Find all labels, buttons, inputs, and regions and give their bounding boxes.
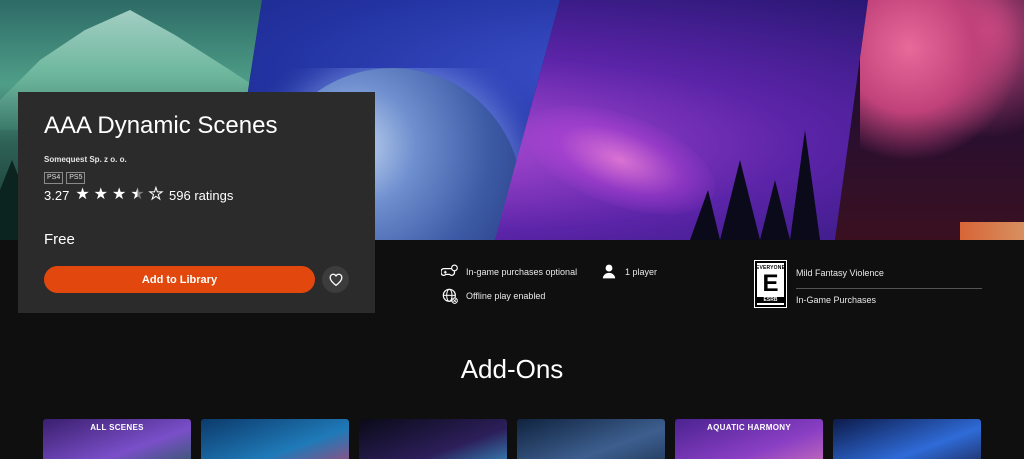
esrb-divider <box>796 288 982 289</box>
platform-tag-ps4: PS4 <box>44 172 64 184</box>
feature-purchases: In-game purchases optional <box>441 263 577 280</box>
rating-summary[interactable]: 3.27 ★ ★ ★ ★ ★ 596 ratings <box>44 186 234 203</box>
globe-offline-icon <box>441 287 458 304</box>
addon-tile-label: AQUATIC HARMONY <box>707 423 791 432</box>
addon-tile[interactable] <box>517 419 665 459</box>
esrb-bottom-text: ESRB <box>757 297 784 303</box>
star-empty-icon: ★ <box>148 186 164 203</box>
cherry-tree-art <box>860 0 1024 160</box>
product-page: AAA Dynamic Scenes Somequest Sp. z o. o.… <box>0 0 1024 459</box>
addon-tile[interactable]: ALL SCENES <box>43 419 191 459</box>
controller-coin-icon <box>441 263 458 280</box>
rating-count: 596 ratings <box>169 187 234 203</box>
addon-tile[interactable] <box>359 419 507 459</box>
platform-tag-ps5: PS5 <box>66 172 86 184</box>
rating-value: 3.27 <box>44 187 70 203</box>
star-icon: ★ <box>75 186 90 203</box>
product-info-card: AAA Dynamic Scenes Somequest Sp. z o. o.… <box>18 92 375 313</box>
addon-tile[interactable] <box>201 419 349 459</box>
price: Free <box>44 231 75 248</box>
publisher-name[interactable]: Somequest Sp. z o. o. <box>44 155 127 164</box>
product-title: AAA Dynamic Scenes <box>44 112 278 139</box>
add-to-library-button[interactable]: Add to Library <box>44 266 315 293</box>
person-icon <box>600 263 617 280</box>
addon-tile-label: ALL SCENES <box>90 423 144 432</box>
addons-carousel: ALL SCENES AQUATIC HARMONY <box>43 419 981 459</box>
feature-offline: Offline play enabled <box>441 287 545 304</box>
esrb-letter: E <box>762 270 779 297</box>
feature-purchases-text: In-game purchases optional <box>466 266 578 277</box>
esrb-descriptor-purchases: In-Game Purchases <box>796 295 877 305</box>
feature-players-text: 1 player <box>625 266 658 277</box>
addon-tile[interactable]: AQUATIC HARMONY <box>675 419 823 459</box>
platform-tags: PS4 PS5 <box>44 172 86 184</box>
esrb-rating-icon[interactable]: EVERYONE E ESRB <box>754 260 787 308</box>
nebula-art <box>510 83 730 237</box>
addons-heading: Add-Ons <box>460 354 564 384</box>
star-icon: ★ <box>93 186 108 203</box>
heart-icon <box>329 273 342 286</box>
esrb-descriptor-violence: Mild Fantasy Violence <box>796 268 884 278</box>
addon-tile[interactable] <box>833 419 981 459</box>
lava-glow-art <box>960 222 1024 240</box>
star-icon: ★ <box>112 186 127 203</box>
wishlist-button[interactable] <box>322 266 349 293</box>
star-half-icon: ★ <box>130 186 145 203</box>
feature-offline-text: Offline play enabled <box>466 290 546 301</box>
star-rating: ★ ★ ★ ★ ★ <box>75 186 164 203</box>
feature-players: 1 player <box>600 263 657 280</box>
